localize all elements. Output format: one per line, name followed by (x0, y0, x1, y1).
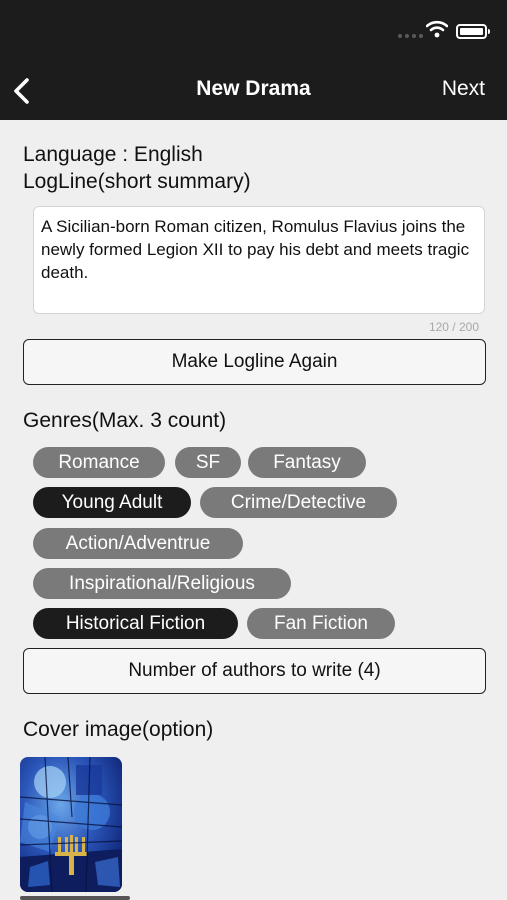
cellular-signal-icon (398, 34, 423, 38)
language-label: Language : English (23, 143, 203, 166)
logline-textarea[interactable]: A Sicilian-born Roman citizen, Romulus F… (33, 206, 485, 314)
genre-chip-action-adventure[interactable]: Action/Adventrue (33, 528, 243, 559)
genre-chip-romance[interactable]: Romance (33, 447, 165, 478)
navigation-bar: New Drama Next (0, 60, 507, 120)
status-bar (0, 0, 507, 60)
next-button[interactable]: Next (442, 77, 485, 101)
battery-icon (456, 24, 490, 39)
genre-chip-young-adult[interactable]: Young Adult (33, 487, 191, 518)
genre-chip-fan-fiction[interactable]: Fan Fiction (247, 608, 395, 639)
genre-chip-fantasy[interactable]: Fantasy (248, 447, 366, 478)
genre-chip-inspirational-religious[interactable]: Inspirational/Religious (33, 568, 291, 599)
character-counter: 120 / 200 (428, 320, 479, 334)
page-title: New Drama (196, 77, 311, 100)
genres-label: Genres(Max. 3 count) (23, 409, 227, 432)
number-of-authors-button[interactable]: Number of authors to write (4) (23, 648, 486, 694)
genre-chip-historical-fiction[interactable]: Historical Fiction (33, 608, 238, 639)
genre-chip-crime-detective[interactable]: Crime/Detective (200, 487, 397, 518)
wifi-icon (426, 20, 448, 38)
make-logline-again-button[interactable]: Make Logline Again (23, 339, 486, 385)
cover-image-label: Cover image(option) (23, 718, 214, 741)
genre-chip-sf[interactable]: SF (175, 447, 241, 478)
logline-label: LogLine(short summary) (23, 170, 251, 193)
cover-image-thumbnail[interactable] (20, 757, 122, 892)
scroll-edge-indicator (20, 896, 130, 900)
